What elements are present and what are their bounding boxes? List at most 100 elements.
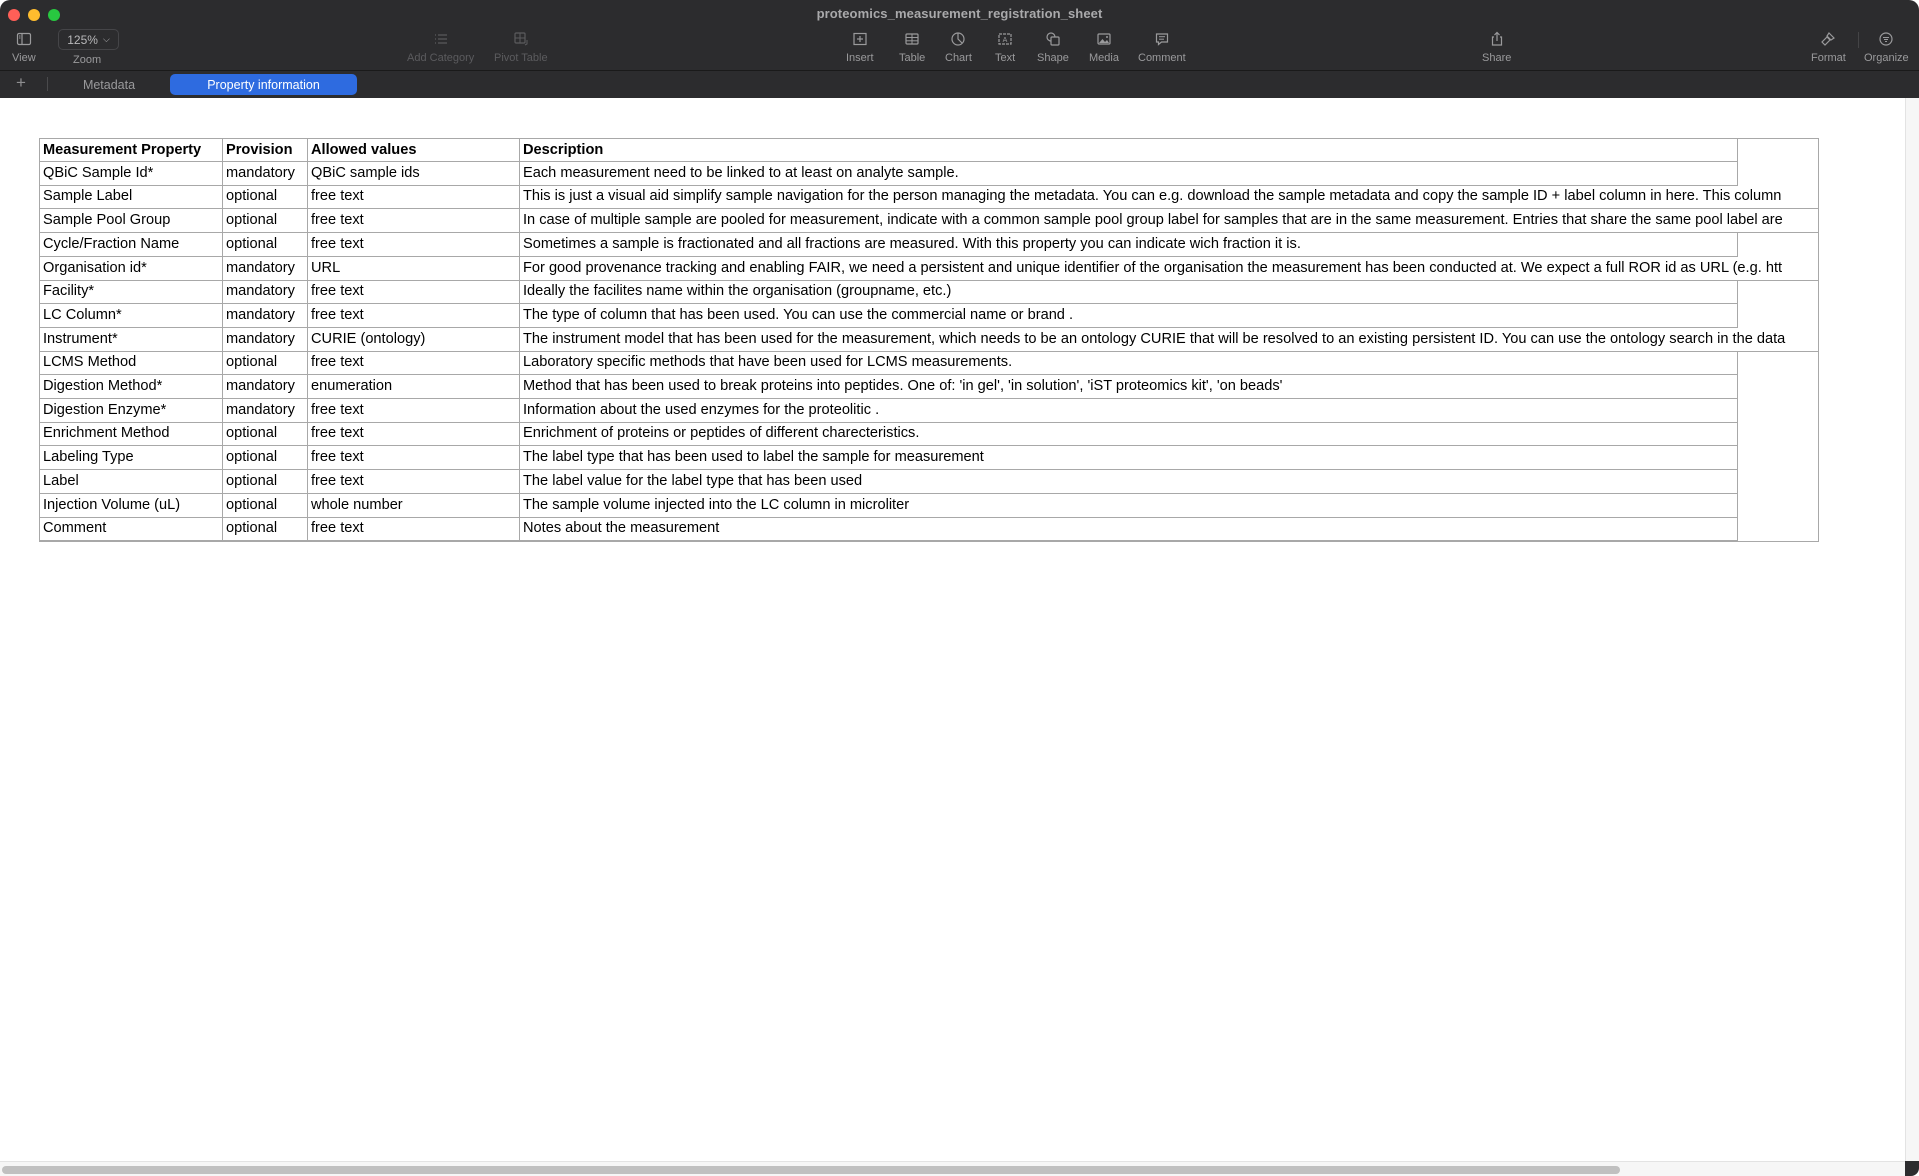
horizontal-scrollbar[interactable] — [0, 1161, 1905, 1176]
text-box-icon: A — [997, 30, 1013, 48]
cell-allowed-values[interactable]: free text — [308, 517, 520, 541]
cell-description[interactable]: Ideally the facilites name within the or… — [520, 280, 1738, 304]
cell-measurement-property[interactable]: QBiC Sample Id* — [39, 162, 223, 186]
cell-provision[interactable]: optional — [223, 233, 308, 257]
cell-measurement-property[interactable]: Digestion Enzyme* — [39, 399, 223, 423]
cell-description[interactable]: This is just a visual aid simplify sampl… — [520, 185, 1818, 209]
tab-divider — [47, 77, 48, 91]
comment-button[interactable]: Comment — [1138, 30, 1186, 64]
cell-provision[interactable]: mandatory — [223, 162, 308, 186]
shape-button[interactable]: Shape — [1037, 30, 1069, 64]
organize-label: Organize — [1864, 52, 1909, 64]
cell-measurement-property[interactable]: Comment — [39, 517, 223, 541]
vertical-scrollbar[interactable] — [1905, 98, 1919, 1161]
cell-measurement-property[interactable]: LC Column* — [39, 304, 223, 328]
cell-provision[interactable]: mandatory — [223, 375, 308, 399]
cell-allowed-values[interactable]: CURIE (ontology) — [308, 328, 520, 352]
cell-description[interactable]: The sample volume injected into the LC c… — [520, 494, 1738, 518]
cell-measurement-property[interactable]: Labeling Type — [39, 446, 223, 470]
cell-provision[interactable]: optional — [223, 185, 308, 209]
svg-text:A: A — [1003, 37, 1008, 44]
cell-provision[interactable]: optional — [223, 422, 308, 446]
cell-provision[interactable]: optional — [223, 446, 308, 470]
cell-provision[interactable]: optional — [223, 209, 308, 233]
insert-label: Insert — [846, 52, 874, 64]
pivot-table-button[interactable]: Pivot Table — [494, 30, 548, 64]
cell-allowed-values[interactable]: enumeration — [308, 375, 520, 399]
horizontal-scrollbar-thumb[interactable] — [2, 1166, 1620, 1174]
cell-description[interactable]: For good provenance tracking and enablin… — [520, 257, 1818, 281]
cell-provision[interactable]: mandatory — [223, 399, 308, 423]
cell-allowed-values[interactable]: free text — [308, 280, 520, 304]
toolbar-divider — [1858, 32, 1859, 48]
chart-button[interactable]: Chart — [945, 30, 972, 64]
cell-description[interactable]: Method that has been used to break prote… — [520, 375, 1738, 399]
cell-measurement-property[interactable]: Digestion Method* — [39, 375, 223, 399]
tab-metadata[interactable]: Metadata — [70, 74, 148, 95]
view-button[interactable]: View — [12, 30, 36, 64]
add-category-button[interactable]: Add Category — [407, 30, 474, 64]
cell-provision[interactable]: optional — [223, 470, 308, 494]
cell-description[interactable]: The type of column that has been used. Y… — [520, 304, 1738, 328]
table-label: Table — [899, 52, 926, 64]
share-button[interactable]: Share — [1482, 30, 1511, 64]
tab-property-information[interactable]: Property information — [170, 74, 357, 95]
header-allowed-values[interactable]: Allowed values — [308, 138, 520, 162]
cell-allowed-values[interactable]: free text — [308, 185, 520, 209]
cell-measurement-property[interactable]: Cycle/Fraction Name — [39, 233, 223, 257]
text-button[interactable]: A Text — [995, 30, 1015, 64]
table-icon — [904, 30, 920, 48]
cell-measurement-property[interactable]: Organisation id* — [39, 257, 223, 281]
cell-provision[interactable]: mandatory — [223, 304, 308, 328]
cell-allowed-values[interactable]: free text — [308, 399, 520, 423]
cell-allowed-values[interactable]: free text — [308, 351, 520, 375]
zoom-select[interactable]: 125% ⌵ — [58, 29, 119, 50]
cell-measurement-property[interactable]: LCMS Method — [39, 351, 223, 375]
format-label: Format — [1811, 52, 1846, 64]
cell-measurement-property[interactable]: Sample Label — [39, 185, 223, 209]
view-label: View — [12, 52, 36, 64]
table-button[interactable]: Table — [899, 30, 925, 64]
cell-allowed-values[interactable]: URL — [308, 257, 520, 281]
cell-description[interactable]: The label value for the label type that … — [520, 470, 1738, 494]
cell-measurement-property[interactable]: Label — [39, 470, 223, 494]
cell-allowed-values[interactable]: QBiC sample ids — [308, 162, 520, 186]
cell-allowed-values[interactable]: free text — [308, 446, 520, 470]
cell-measurement-property[interactable]: Enrichment Method — [39, 422, 223, 446]
cell-description[interactable]: Information about the used enzymes for t… — [520, 399, 1738, 423]
cell-provision[interactable]: mandatory — [223, 328, 308, 352]
pivot-table-label: Pivot Table — [494, 52, 548, 64]
cell-allowed-values[interactable]: free text — [308, 233, 520, 257]
cell-provision[interactable]: optional — [223, 351, 308, 375]
cell-allowed-values[interactable]: free text — [308, 209, 520, 233]
list-icon — [433, 30, 449, 48]
cell-description[interactable]: Sometimes a sample is fractionated and a… — [520, 233, 1738, 257]
cell-description[interactable]: Laboratory specific methods that have be… — [520, 351, 1738, 375]
header-measurement-property[interactable]: Measurement Property — [39, 138, 223, 162]
format-button[interactable]: Format — [1811, 30, 1846, 64]
cell-allowed-values[interactable]: whole number — [308, 494, 520, 518]
cell-allowed-values[interactable]: free text — [308, 470, 520, 494]
cell-description[interactable]: The instrument model that has been used … — [520, 328, 1818, 352]
organize-button[interactable]: Organize — [1864, 30, 1909, 64]
cell-provision[interactable]: optional — [223, 517, 308, 541]
cell-measurement-property[interactable]: Injection Volume (uL) — [39, 494, 223, 518]
cell-provision[interactable]: optional — [223, 494, 308, 518]
cell-allowed-values[interactable]: free text — [308, 304, 520, 328]
cell-description[interactable]: Notes about the measurement — [520, 517, 1738, 541]
cell-description[interactable]: The label type that has been used to lab… — [520, 446, 1738, 470]
cell-measurement-property[interactable]: Facility* — [39, 280, 223, 304]
cell-description[interactable]: Enrichment of proteins or peptides of di… — [520, 422, 1738, 446]
cell-description[interactable]: In case of multiple sample are pooled fo… — [520, 209, 1818, 233]
header-provision[interactable]: Provision — [223, 138, 308, 162]
cell-allowed-values[interactable]: free text — [308, 422, 520, 446]
cell-measurement-property[interactable]: Sample Pool Group — [39, 209, 223, 233]
media-button[interactable]: Media — [1089, 30, 1119, 64]
cell-provision[interactable]: mandatory — [223, 280, 308, 304]
insert-button[interactable]: Insert — [846, 30, 874, 64]
cell-measurement-property[interactable]: Instrument* — [39, 328, 223, 352]
header-description[interactable]: Description — [520, 138, 1738, 162]
add-sheet-button[interactable]: + — [16, 73, 26, 93]
cell-provision[interactable]: mandatory — [223, 257, 308, 281]
cell-description[interactable]: Each measurement need to be linked to at… — [520, 162, 1738, 186]
